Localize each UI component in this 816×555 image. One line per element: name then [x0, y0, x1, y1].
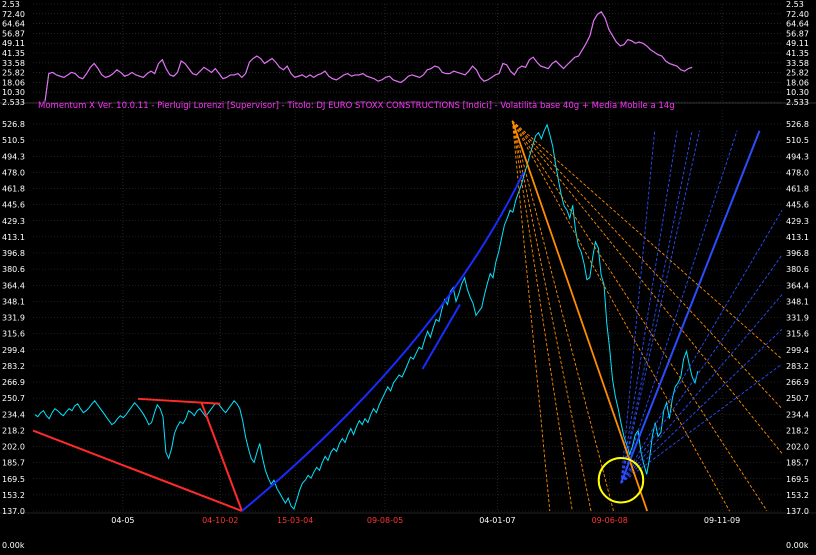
bottom-axis-right-label: 0.00k: [786, 541, 809, 550]
price-y-tick-right: 153.2: [786, 491, 809, 500]
price-y-tick-left: 461.8: [2, 185, 25, 194]
price-y-tick-right: 348.1: [786, 297, 809, 306]
vol-y-tick-left: 72.40: [2, 10, 25, 19]
vol-y-tick-right: 56.87: [786, 29, 809, 38]
price-y-tick-right: 510.5: [786, 136, 809, 145]
price-y-tick-right: 494.3: [786, 152, 809, 161]
vol-y-tick-right: 72.40: [786, 10, 809, 19]
price-y-tick-left: 137.0: [2, 507, 25, 516]
x-tick-label: 15-03-04: [277, 516, 313, 525]
x-tick-label: 04-05: [111, 516, 134, 525]
price-y-tick-right: 218.2: [786, 426, 809, 435]
price-y-tick-right: 461.8: [786, 185, 809, 194]
x-tick-label: 04-01-07: [479, 516, 515, 525]
vol-y-tick-right: 2.53: [786, 0, 804, 9]
price-y-tick-left: 429.3: [2, 217, 25, 226]
vol-y-tick-left: 25.82: [2, 69, 25, 78]
vol-y-tick-right: 41.35: [786, 49, 809, 58]
price-y-tick-left: 526.8: [2, 120, 25, 129]
vol-y-tick-right: 49.11: [786, 39, 809, 48]
price-y-tick-right: 315.6: [786, 330, 809, 339]
price-y-tick-right: 364.4: [786, 281, 809, 290]
price-y-tick-right: 169.5: [786, 475, 809, 484]
price-y-tick-right: 445.6: [786, 201, 809, 210]
price-y-tick-right: 396.8: [786, 249, 809, 258]
price-y-tick-left: 478.0: [2, 168, 25, 177]
price-y-tick-left: 153.2: [2, 491, 25, 500]
price-y-tick-right: 283.2: [786, 362, 809, 371]
price-y-tick-right: 331.9: [786, 314, 809, 323]
price-y-tick-right: 137.0: [786, 507, 809, 516]
price-y-tick-left: 413.1: [2, 233, 25, 242]
vol-y-tick-right: 10.30: [786, 88, 809, 97]
vol-y-tick-right: 25.82: [786, 69, 809, 78]
price-y-tick-left: 185.7: [2, 459, 25, 468]
bottom-axis-left-label: 0.00k: [2, 541, 25, 550]
price-y-tick-right: 234.4: [786, 410, 809, 419]
price-y-tick-right: 185.7: [786, 459, 809, 468]
price-y-tick-left: 299.4: [2, 346, 25, 355]
price-y-tick-left: 364.4: [2, 281, 25, 290]
vol-y-tick-left: 33.58: [2, 59, 25, 68]
vol-y-tick-right: 64.64: [786, 20, 809, 29]
price-y-tick-left: 380.6: [2, 265, 25, 274]
price-y-tick-left: 234.4: [2, 410, 25, 419]
price-y-tick-left: 218.2: [2, 426, 25, 435]
vol-y-tick-left: 18.06: [2, 78, 25, 87]
price-y-tick-left: 250.7: [2, 394, 25, 403]
price-y-tick-left: 348.1: [2, 297, 25, 306]
x-tick-label: 09-11-09: [704, 516, 740, 525]
vol-y-tick-left: 56.87: [2, 29, 25, 38]
vol-y-tick-right: 33.58: [786, 59, 809, 68]
chart-header-title: Momentum X Ver. 10.0.11 - Pierluigi Lore…: [38, 101, 675, 111]
price-y-tick-right: 478.0: [786, 168, 809, 177]
x-tick-label: 09-06-08: [592, 516, 628, 525]
price-y-tick-left: 169.5: [2, 475, 25, 484]
price-y-tick-right: 429.3: [786, 217, 809, 226]
vol-y-tick-left: 64.64: [2, 20, 25, 29]
price-y-tick-right: 413.1: [786, 233, 809, 242]
x-tick-label: 09-08-05: [367, 516, 403, 525]
price-y-tick-right: 266.9: [786, 378, 809, 387]
price-y-tick-left: 202.0: [2, 443, 25, 452]
vol-y-tick-left: 49.11: [2, 39, 25, 48]
x-tick-label: 04-10-02: [202, 516, 238, 525]
price-y-tick-left: 331.9: [2, 314, 25, 323]
price-y-tick-left: 494.3: [2, 152, 25, 161]
vol-y-tick-left: 2.53: [2, 0, 20, 9]
price-y-tick-right: 299.4: [786, 346, 809, 355]
price-y-tick-right: 380.6: [786, 265, 809, 274]
vol-y-tick-left: 2.533: [2, 98, 25, 107]
price-y-tick-left: 266.9: [2, 378, 25, 387]
vol-y-tick-right: 18.06: [786, 78, 809, 87]
price-y-tick-left: 510.5: [2, 136, 25, 145]
vol-y-tick-left: 41.35: [2, 49, 25, 58]
price-y-tick-left: 315.6: [2, 330, 25, 339]
price-y-tick-left: 445.6: [2, 201, 25, 210]
chart-svg: 2.53 2.5372.40 72.4064.64 64.6456.87 56.8749…: [0, 0, 816, 551]
chart-root: 2.53 2.53 72.40 72.40 64.64 64.64 56.87 56.87 49…: [0, 0, 816, 551]
price-y-tick-right: 202.0: [786, 443, 809, 452]
price-y-tick-right: 526.8: [786, 120, 809, 129]
vol-y-tick-left: 10.30: [2, 88, 25, 97]
price-y-tick-left: 283.2: [2, 362, 25, 371]
price-y-tick-left: 396.8: [2, 249, 25, 258]
vol-y-tick-right: 2.533: [786, 98, 809, 107]
price-y-tick-right: 250.7: [786, 394, 809, 403]
